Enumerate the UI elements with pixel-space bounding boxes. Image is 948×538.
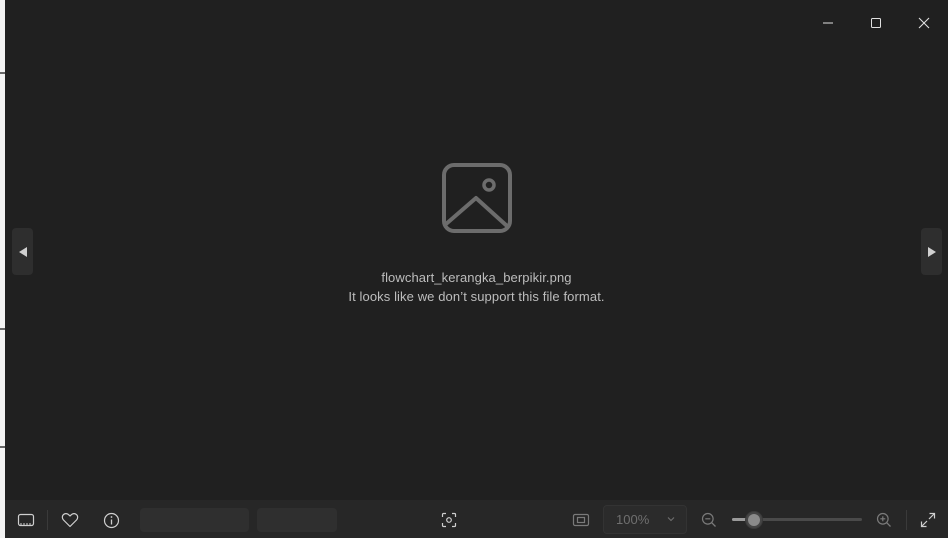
triangle-right-icon: [927, 246, 936, 257]
image-icon: [442, 163, 512, 233]
filmstrip-icon: [17, 513, 35, 527]
zoom-slider[interactable]: [732, 511, 862, 529]
close-button[interactable]: [900, 0, 948, 46]
next-image-button[interactable]: [921, 228, 942, 275]
chevron-down-icon: [667, 517, 675, 522]
toolbar-divider: [906, 510, 907, 530]
zoom-out-icon: [701, 512, 716, 527]
file-name: flowchart_kerangka_berpikir.png: [381, 270, 572, 285]
fullscreen-button[interactable]: [915, 507, 941, 533]
actual-size-icon: [572, 513, 590, 527]
maximize-icon: [871, 18, 881, 28]
expand-icon: [920, 512, 936, 528]
zoom-level-dropdown[interactable]: 100%: [603, 505, 687, 534]
zoom-level-value: 100%: [616, 512, 650, 527]
file-info-button[interactable]: [98, 507, 124, 533]
favorite-button[interactable]: [57, 507, 83, 533]
visual-search-button[interactable]: [436, 507, 462, 533]
close-icon: [918, 17, 930, 29]
zoom-out-button[interactable]: [696, 507, 722, 533]
image-canvas: flowchart_kerangka_berpikir.png It looks…: [5, 46, 948, 500]
bottom-toolbar: 100%: [5, 500, 948, 538]
window-controls: [804, 0, 948, 46]
actual-size-button[interactable]: [568, 507, 594, 533]
toolbar-placeholder-button[interactable]: [140, 508, 249, 532]
scan-icon: [441, 512, 457, 528]
photo-viewer-window: flowchart_kerangka_berpikir.png It looks…: [0, 0, 948, 538]
filmstrip-button[interactable]: [13, 507, 39, 533]
minimize-button[interactable]: [804, 0, 852, 46]
zoom-in-icon: [876, 512, 891, 527]
zoom-in-button[interactable]: [871, 507, 897, 533]
toolbar-divider: [47, 510, 48, 530]
info-icon: [103, 512, 119, 528]
triangle-left-icon: [18, 246, 27, 257]
minimize-icon: [823, 22, 833, 24]
toolbar-placeholder-button[interactable]: [257, 508, 337, 532]
zoom-slider-thumb[interactable]: [745, 511, 764, 529]
unsupported-format-message: It looks like we don’t support this file…: [348, 289, 605, 304]
maximize-button[interactable]: [852, 0, 900, 46]
heart-icon: [61, 513, 79, 528]
previous-image-button[interactable]: [12, 228, 33, 275]
